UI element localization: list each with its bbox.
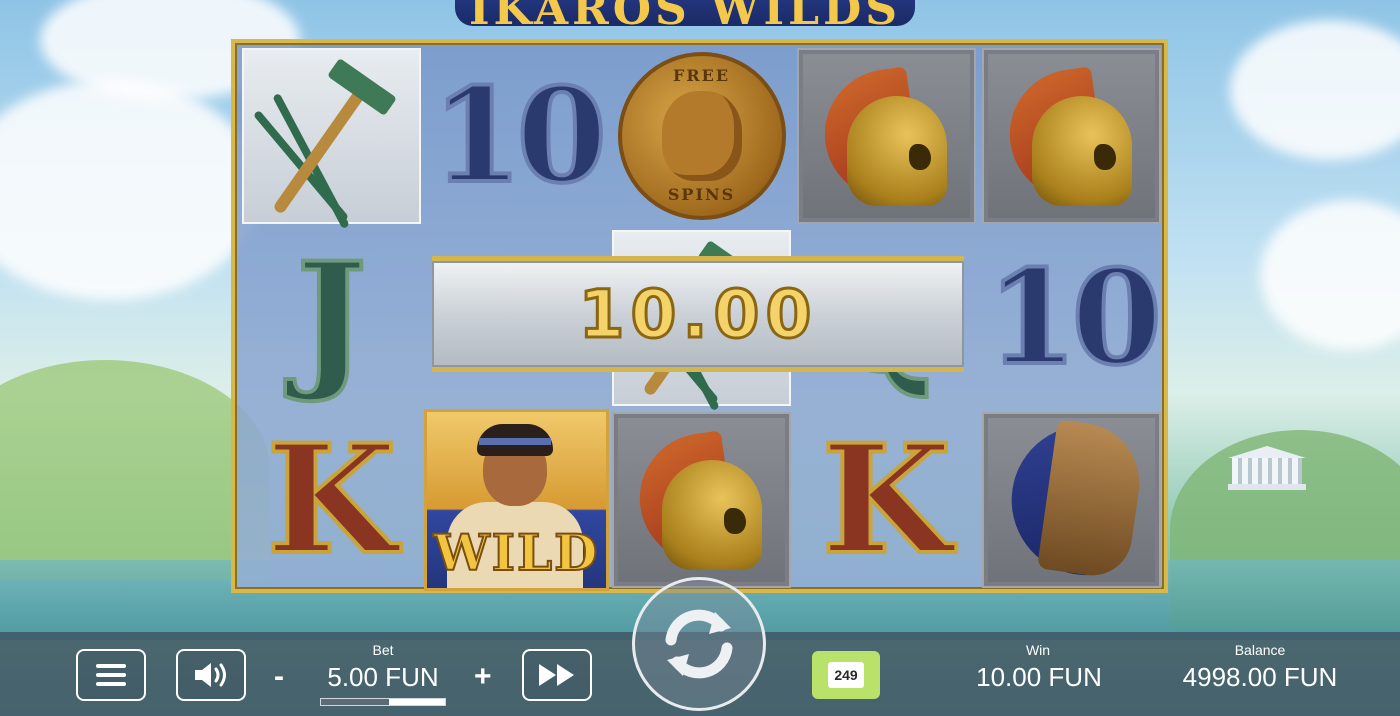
menu-icon [96, 664, 126, 686]
symbol-j-label: J [294, 230, 369, 406]
symbol-10-label: 10 [985, 241, 1164, 394]
bg-cloud [1260, 200, 1400, 350]
symbol-10: 10 [979, 227, 1164, 409]
balance-value: 4998.00 FUN [1182, 662, 1338, 692]
symbol-10: 10 [424, 45, 609, 227]
speaker-icon [195, 663, 226, 687]
turbo-button[interactable] [522, 649, 592, 701]
bg-hill [0, 360, 270, 580]
sound-button[interactable] [176, 649, 246, 701]
symbol-wild: WILD [424, 409, 609, 591]
symbol-k: K [239, 409, 424, 591]
lines-badge: 249 [812, 651, 880, 699]
bg-cloud [1230, 20, 1400, 160]
game-title: IKAROS WILDS [455, 0, 915, 26]
temple-image [1228, 446, 1306, 490]
helmet-icon [630, 430, 772, 572]
symbol-wings [982, 412, 1161, 588]
symbol-k: K [794, 409, 979, 591]
symbol-helmet [797, 48, 976, 224]
win-value: 10.00 FUN [976, 662, 1102, 692]
symbol-tools [242, 48, 421, 230]
symbol-free-spins: FREE SPINS [609, 45, 794, 227]
bg-cloud [0, 80, 260, 300]
balance-label: Balance [1234, 642, 1286, 658]
symbol-helmet [612, 412, 791, 588]
bet-slider-fill [321, 699, 390, 705]
bet-value: 5.00 FUN [327, 662, 439, 692]
lines-count: 249 [828, 662, 864, 688]
bet-slider[interactable] [320, 698, 446, 706]
bet-increase-button[interactable]: + [474, 660, 492, 694]
spin-icon [665, 609, 733, 679]
bet-decrease-button[interactable]: - [274, 660, 284, 694]
symbol-10-label: 10 [430, 59, 609, 212]
bet-label: Bet [372, 642, 394, 658]
free-spins-coin-icon: FREE SPINS [617, 52, 786, 220]
coin-bottom-text: SPINS [667, 185, 736, 204]
fast-forward-icon [539, 664, 574, 686]
tools-icon [252, 56, 407, 230]
spin-button[interactable] [632, 577, 766, 711]
wings-icon [1001, 419, 1147, 585]
helmet-icon [815, 66, 957, 208]
wild-label: WILD [432, 522, 600, 583]
win-label: Win [1025, 642, 1051, 658]
symbol-j: J [239, 227, 424, 409]
symbol-helmet [982, 48, 1161, 224]
coin-top-text: FREE [672, 66, 731, 85]
symbol-k-label: K [819, 412, 953, 588]
win-amount-banner: 10.00 [432, 256, 964, 372]
wild-icon: WILD [424, 409, 609, 591]
helmet-icon [1000, 66, 1142, 208]
symbol-k-label: K [264, 412, 398, 588]
win-amount: 10.00 [577, 274, 818, 354]
menu-button[interactable] [76, 649, 146, 701]
